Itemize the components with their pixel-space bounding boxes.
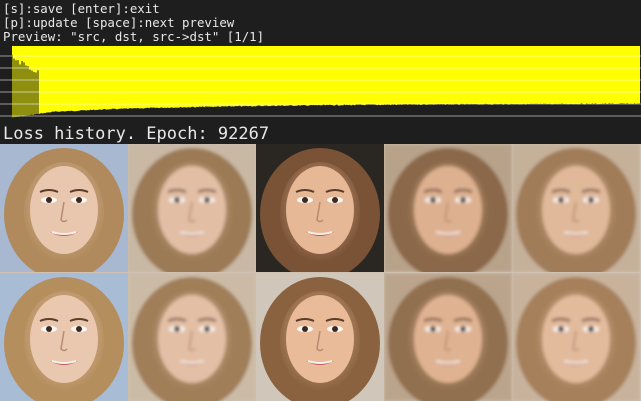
face-image bbox=[256, 144, 384, 272]
src2dst-face-row1-col5 bbox=[512, 144, 640, 272]
face-image bbox=[128, 144, 256, 272]
src2dst-face-row2-col5 bbox=[512, 273, 640, 401]
face-image bbox=[0, 144, 128, 272]
hotkey-update-next: [p]:update [space]:next preview bbox=[3, 15, 235, 30]
face-image bbox=[0, 273, 128, 401]
loss-history-chart bbox=[0, 46, 641, 124]
face-image bbox=[512, 273, 640, 401]
epoch-label: Loss history. Epoch: 92267 bbox=[3, 124, 270, 144]
face-image bbox=[512, 144, 640, 272]
dst-face-row1-col4 bbox=[384, 144, 512, 272]
src-face-row2-col1 bbox=[0, 273, 128, 401]
dst-face-row2-col3 bbox=[256, 273, 384, 401]
src-face-row1-col1 bbox=[0, 144, 128, 272]
face-image bbox=[384, 144, 512, 272]
src-face-row1-col2 bbox=[128, 144, 256, 272]
preview-title: Preview: "src, dst, src->dst" [1/1] bbox=[3, 29, 265, 44]
dst-face-row2-col4 bbox=[384, 273, 512, 401]
preview-grid bbox=[0, 144, 641, 401]
hotkey-save-exit: [s]:save [enter]:exit bbox=[3, 1, 160, 16]
loss-start-gap bbox=[0, 46, 12, 124]
epoch-bar: Loss history. Epoch: 92267 bbox=[0, 124, 641, 144]
face-image bbox=[128, 273, 256, 401]
face-image bbox=[384, 273, 512, 401]
face-image bbox=[256, 273, 384, 401]
hotkeys-panel: [s]:save [enter]:exit [p]:update [space]… bbox=[0, 0, 641, 46]
dst-face-row1-col3 bbox=[256, 144, 384, 272]
loss-history-svg bbox=[0, 46, 641, 124]
src-face-row2-col2 bbox=[128, 273, 256, 401]
